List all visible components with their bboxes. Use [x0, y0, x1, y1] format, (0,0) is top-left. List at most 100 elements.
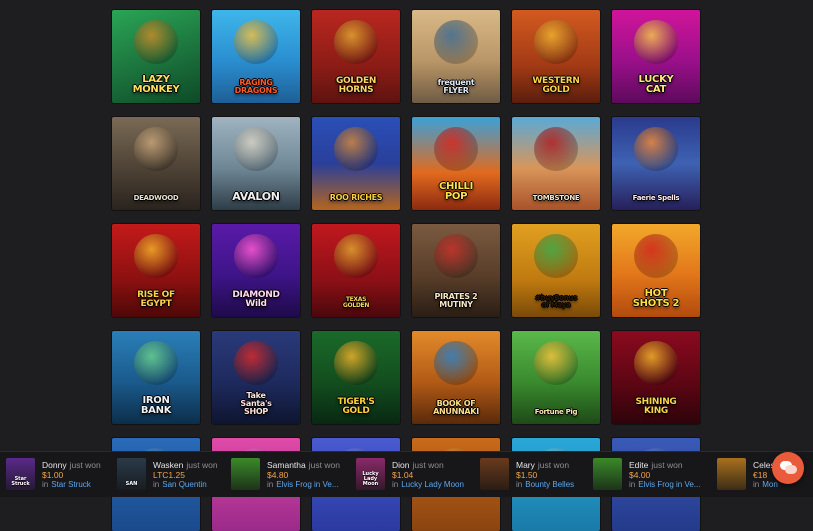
game-tile[interactable]: Faerie Spells [612, 117, 700, 210]
win-game-link[interactable]: Elvis Frog in Ve... [638, 480, 700, 489]
game-thumbnail [231, 458, 260, 490]
game-title: BOOK OF ANUNNAKI [433, 399, 479, 416]
game-tile[interactable]: frequent FLYER [412, 10, 500, 103]
game-emblem [534, 234, 578, 278]
game-tile[interactable]: DEADWOOD [112, 117, 200, 210]
game-tile[interactable]: RISE OF EGYPT [112, 224, 200, 317]
chat-bubble-icon-back [785, 465, 797, 474]
win-game-link[interactable]: Lucky Lady Moon [401, 480, 464, 489]
game-tile[interactable]: LAZY MONKEY [112, 10, 200, 103]
win-game-link[interactable]: San Quentin [162, 480, 206, 489]
game-emblem [134, 127, 178, 171]
recent-win-item[interactable]: Star Struck Donny just won $1.00 in Star Stru… [0, 458, 120, 492]
game-tile[interactable]: Take Santa's SHOP [212, 331, 300, 424]
win-amount: LTC1.25 [153, 470, 185, 480]
just-won-label: just won [412, 460, 444, 470]
winner-name: Mary [516, 460, 535, 470]
game-tile[interactable]: PIRATES 2 MUTINY [412, 224, 500, 317]
in-label: in [42, 480, 49, 489]
in-label: in [153, 480, 160, 489]
game-tile[interactable]: GOLDEN HORNS [312, 10, 400, 103]
in-label: in [753, 480, 760, 489]
game-tile[interactable]: WESTERN GOLD [512, 10, 600, 103]
win-game-line: in Bounty Belles [516, 480, 594, 489]
game-title: ROO RICHES [329, 193, 383, 202]
win-game-link[interactable]: Elvis Frog in Ve... [276, 480, 338, 489]
game-emblem [634, 127, 678, 171]
game-tile[interactable]: TEXAS GOLDEN [312, 224, 400, 317]
game-emblem [634, 341, 678, 385]
win-game-link[interactable]: Bounty Belles [525, 480, 574, 489]
recent-win-item[interactable]: Mary just won $1.50 in Bounty Belles [474, 458, 594, 492]
game-tile[interactable]: SHINING KING [612, 331, 700, 424]
winner-name: Edite [629, 460, 649, 470]
game-thumbnail [717, 458, 746, 490]
game-emblem [134, 234, 178, 278]
recent-wins-ticker: Star Struck Donny just won $1.00 in Star Stru… [0, 451, 813, 497]
game-title: SHINING KING [635, 397, 677, 416]
winner-line: Mary just won [516, 460, 569, 470]
win-game-line: in Star Struck [42, 480, 120, 489]
in-label: in [392, 480, 399, 489]
just-won-label: just won [308, 460, 340, 470]
game-thumbnail: Star Struck [6, 458, 35, 490]
game-thumbnail: SAN [117, 458, 146, 490]
game-title: Take Santa's SHOP [240, 391, 272, 416]
win-amount: $4.80 [267, 470, 289, 480]
game-emblem [434, 127, 478, 171]
recent-win-item[interactable]: SAN Wasken just won LTC1.25 in San Quentin [111, 458, 231, 492]
recent-win-item[interactable]: Samantha just won $4.80 in Elvis Frog in Ve.… [225, 458, 345, 492]
win-game-line: in Lucky Lady Moon [392, 480, 470, 489]
game-emblem [234, 234, 278, 278]
game-emblem [234, 341, 278, 385]
chat-button[interactable] [772, 452, 804, 484]
just-won-label: just won [651, 460, 683, 470]
game-tile[interactable]: LUCKY CAT [612, 10, 700, 103]
win-amount: €18 [753, 470, 768, 480]
recent-win-item[interactable]: Lucky Lady Moon Dion just won $1.04 in Lucky … [350, 458, 470, 492]
game-title: TIGER'S GOLD [337, 397, 375, 416]
game-tile[interactable]: ROO RICHES [312, 117, 400, 210]
game-title: IRON BANK [140, 395, 172, 416]
winner-line: Donny just won [42, 460, 101, 470]
game-tile[interactable]: CHILLI POP [412, 117, 500, 210]
game-tile[interactable]: TIGER'S GOLD [312, 331, 400, 424]
win-amount: $1.00 [42, 470, 64, 480]
game-emblem [334, 127, 378, 171]
game-title: AVALON [232, 190, 280, 203]
winner-line: Dion just won [392, 460, 444, 470]
game-title: DIAMOND Wild [232, 290, 280, 309]
game-tile[interactable]: HOT SHOTS 2 [612, 224, 700, 317]
game-emblem [434, 341, 478, 385]
winner-line: Wasken just won [153, 460, 218, 470]
game-tile[interactable]: AVALON [212, 117, 300, 210]
game-tile[interactable]: DIAMOND Wild [212, 224, 300, 317]
game-tile[interactable]: #buyBonus of Maya [512, 224, 600, 317]
game-tile[interactable]: BOOK OF ANUNNAKI [412, 331, 500, 424]
game-emblem [634, 20, 678, 64]
game-emblem [134, 20, 178, 64]
recent-win-item[interactable]: Edite just won $4.00 in Elvis Frog in Ve... [587, 458, 707, 492]
game-emblem [534, 20, 578, 64]
just-won-label: just won [69, 460, 101, 470]
in-label: in [629, 480, 636, 489]
in-label: in [516, 480, 523, 489]
game-title: CHILLI POP [438, 181, 474, 202]
thumbnail-label: Lucky Lady Moon [362, 471, 379, 487]
game-title: WESTERN GOLD [532, 76, 580, 95]
game-tile[interactable]: IRON BANK [112, 331, 200, 424]
game-title: RISE OF EGYPT [137, 290, 175, 309]
winner-name: Donny [42, 460, 67, 470]
win-game-link[interactable]: Star Struck [51, 480, 91, 489]
game-tile[interactable]: TOMBSTONE [512, 117, 600, 210]
game-title: LAZY MONKEY [132, 74, 180, 95]
game-tile[interactable]: RAGING DRAGONS [212, 10, 300, 103]
win-amount: $4.00 [629, 470, 651, 480]
game-thumbnail [593, 458, 622, 490]
game-title: Fortune Pig [534, 408, 578, 416]
thumbnail-label: Star Struck [11, 476, 30, 487]
game-emblem [534, 341, 578, 385]
winner-line: Edite just won [629, 460, 683, 470]
game-tile[interactable]: Fortune Pig [512, 331, 600, 424]
win-game-link[interactable]: Mon [762, 480, 778, 489]
